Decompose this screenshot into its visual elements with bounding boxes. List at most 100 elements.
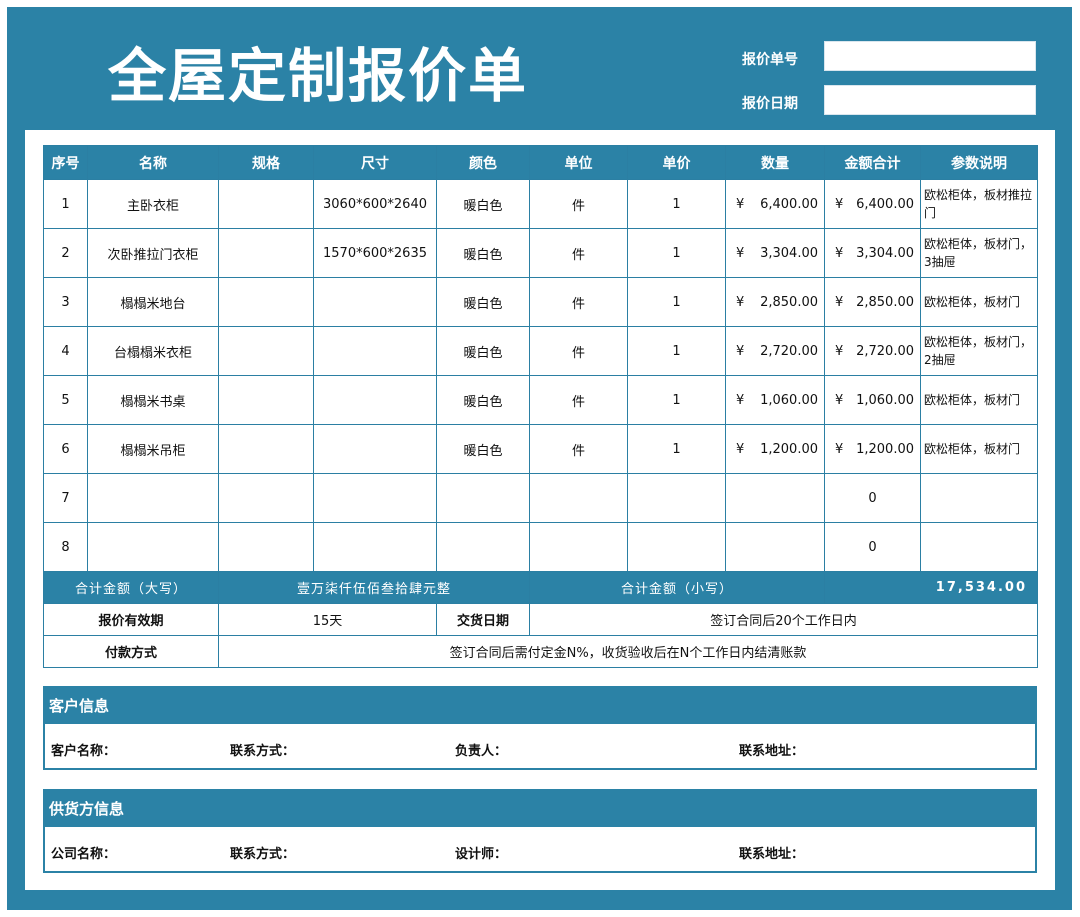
item-name-cell[interactable]: 主卧衣柜	[87, 179, 219, 229]
unit-price-cell[interactable]: 1	[627, 277, 726, 327]
unit-price-cell[interactable]	[627, 522, 726, 572]
unit-cell[interactable]: 件	[529, 424, 628, 474]
quote-date-field[interactable]	[824, 85, 1036, 115]
validity-value[interactable]: 15天	[218, 603, 437, 636]
row-number-cell[interactable]: 5	[43, 375, 88, 425]
supplier-address-field[interactable]: 联系地址：	[739, 843, 804, 862]
amount-cell[interactable]: ¥2,720.00	[824, 326, 921, 376]
money-value: ¥1,200.00	[827, 442, 918, 457]
size-cell[interactable]	[313, 277, 437, 327]
spec-cell[interactable]	[218, 375, 314, 425]
amount-cell[interactable]: ¥1,060.00	[824, 375, 921, 425]
unit-price-cell[interactable]	[627, 473, 726, 523]
supplier-contact-field[interactable]: 联系方式：	[230, 843, 295, 862]
spec-cell[interactable]	[218, 522, 314, 572]
money-amount: 2,850.00	[760, 294, 818, 310]
quantity-cell[interactable]: ¥1,060.00	[725, 375, 825, 425]
payment-value[interactable]: 签订合同后需付定金N%，收货验收后在N个工作日内结清账款	[218, 635, 1038, 668]
amount-cell[interactable]: ¥2,850.00	[824, 277, 921, 327]
size-cell[interactable]	[313, 375, 437, 425]
unit-cell[interactable]: 件	[529, 228, 628, 278]
color-cell[interactable]: 暖白色	[436, 179, 530, 229]
row-number-cell[interactable]: 4	[43, 326, 88, 376]
color-cell[interactable]: 暖白色	[436, 228, 530, 278]
quantity-cell[interactable]	[725, 522, 825, 572]
size-cell[interactable]: 1570*600*2635	[313, 228, 437, 278]
spec-cell[interactable]	[218, 228, 314, 278]
amount-cell[interactable]: 0	[824, 473, 921, 523]
spec-cell[interactable]	[218, 179, 314, 229]
row-number-cell[interactable]: 6	[43, 424, 88, 474]
unit-price-cell[interactable]: 1	[627, 179, 726, 229]
customer-owner-field[interactable]: 负责人：	[455, 740, 507, 759]
size-cell[interactable]: 3060*600*2640	[313, 179, 437, 229]
size-cell[interactable]	[313, 473, 437, 523]
amount-cell[interactable]: ¥1,200.00	[824, 424, 921, 474]
supplier-company-field[interactable]: 公司名称：	[51, 843, 116, 862]
row-number-cell[interactable]: 1	[43, 179, 88, 229]
delivery-value[interactable]: 签订合同后20个工作日内	[529, 603, 1038, 636]
size-cell[interactable]	[313, 326, 437, 376]
customer-contact-field[interactable]: 联系方式：	[230, 740, 295, 759]
color-cell[interactable]	[436, 522, 530, 572]
quantity-cell[interactable]: ¥2,850.00	[725, 277, 825, 327]
quote-number-field[interactable]	[824, 41, 1036, 71]
quantity-cell[interactable]: ¥1,200.00	[725, 424, 825, 474]
color-cell[interactable]: 暖白色	[436, 277, 530, 327]
color-cell[interactable]: 暖白色	[436, 375, 530, 425]
unit-cell[interactable]: 件	[529, 326, 628, 376]
money-amount: 1,200.00	[760, 441, 818, 457]
spec-cell[interactable]	[218, 277, 314, 327]
unit-cell[interactable]	[529, 473, 628, 523]
row-number-cell[interactable]: 2	[43, 228, 88, 278]
color-cell[interactable]	[436, 473, 530, 523]
description-cell[interactable]: 欧松柜体，板材门	[920, 375, 1038, 425]
color-cell[interactable]: 暖白色	[436, 326, 530, 376]
item-name-cell[interactable]: 榻榻米地台	[87, 277, 219, 327]
customer-address-field[interactable]: 联系地址：	[739, 740, 804, 759]
description-cell[interactable]: 欧松柜体，板材推拉门	[920, 179, 1038, 229]
row-number-cell[interactable]: 8	[43, 522, 88, 572]
amount-cell[interactable]: ¥3,304.00	[824, 228, 921, 278]
description-cell[interactable]	[920, 473, 1038, 523]
amount-cell[interactable]: ¥6,400.00	[824, 179, 921, 229]
unit-price-cell[interactable]: 1	[627, 375, 726, 425]
row-number-cell[interactable]: 7	[43, 473, 88, 523]
size-cell[interactable]	[313, 522, 437, 572]
unit-price-cell[interactable]: 1	[627, 228, 726, 278]
supplier-designer-field[interactable]: 设计师：	[455, 843, 507, 862]
spec-cell[interactable]	[218, 473, 314, 523]
unit-price-cell[interactable]: 1	[627, 424, 726, 474]
description-cell[interactable]: 欧松柜体，板材门，3抽屉	[920, 228, 1038, 278]
unit-cell[interactable]: 件	[529, 277, 628, 327]
quantity-cell[interactable]	[725, 473, 825, 523]
spec-cell[interactable]	[218, 424, 314, 474]
description-cell[interactable]: 欧松柜体，板材门	[920, 277, 1038, 327]
column-header: 规格	[218, 145, 314, 180]
spec-cell[interactable]	[218, 326, 314, 376]
money-value: ¥2,720.00	[728, 344, 822, 359]
quantity-cell[interactable]: ¥3,304.00	[725, 228, 825, 278]
total-lower-value[interactable]: 17,534.00	[824, 571, 1038, 604]
item-name-cell[interactable]	[87, 522, 219, 572]
item-name-cell[interactable]: 次卧推拉门衣柜	[87, 228, 219, 278]
description-cell[interactable]	[920, 522, 1038, 572]
item-name-cell[interactable]: 台榻榻米衣柜	[87, 326, 219, 376]
unit-cell[interactable]: 件	[529, 179, 628, 229]
quantity-cell[interactable]: ¥2,720.00	[725, 326, 825, 376]
total-upper-value[interactable]: 壹万柒仟伍佰叁拾肆元整	[218, 571, 530, 604]
customer-name-field[interactable]: 客户名称：	[51, 740, 116, 759]
item-name-cell[interactable]: 榻榻米吊柜	[87, 424, 219, 474]
description-cell[interactable]: 欧松柜体，板材门，2抽屉	[920, 326, 1038, 376]
row-number-cell[interactable]: 3	[43, 277, 88, 327]
size-cell[interactable]	[313, 424, 437, 474]
amount-cell[interactable]: 0	[824, 522, 921, 572]
unit-price-cell[interactable]: 1	[627, 326, 726, 376]
item-name-cell[interactable]	[87, 473, 219, 523]
unit-cell[interactable]: 件	[529, 375, 628, 425]
color-cell[interactable]: 暖白色	[436, 424, 530, 474]
description-cell[interactable]: 欧松柜体，板材门	[920, 424, 1038, 474]
item-name-cell[interactable]: 榻榻米书桌	[87, 375, 219, 425]
quantity-cell[interactable]: ¥6,400.00	[725, 179, 825, 229]
unit-cell[interactable]	[529, 522, 628, 572]
